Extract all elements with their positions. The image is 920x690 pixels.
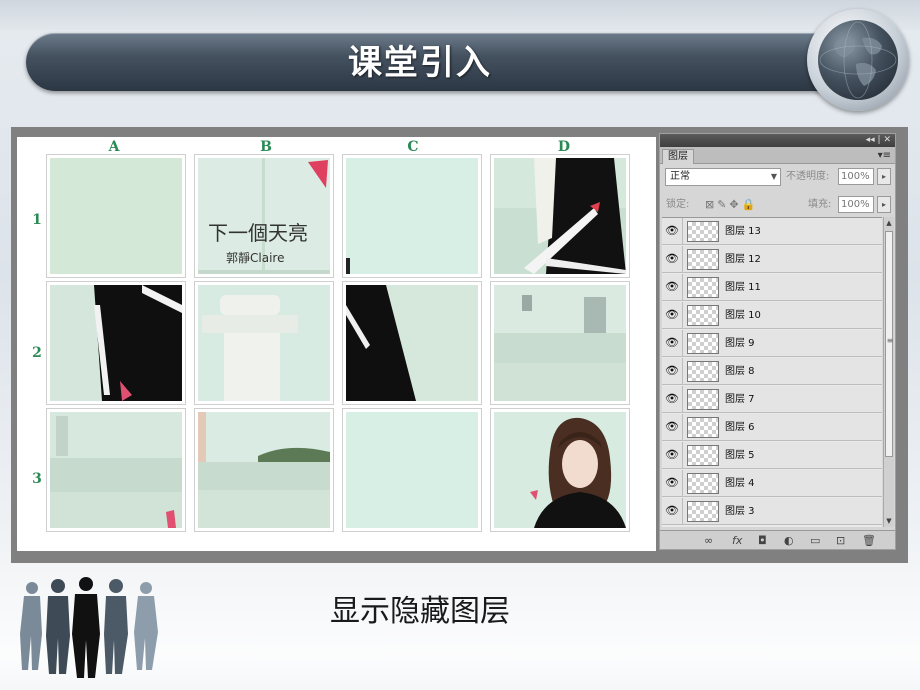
eye-icon[interactable]: 👁	[665, 253, 679, 265]
puzzle-tile-a1[interactable]	[46, 154, 186, 278]
layer-name: 图层 3	[725, 506, 755, 517]
puzzle-tile-a2[interactable]	[46, 281, 186, 405]
puzzle-tile-d1[interactable]	[490, 154, 630, 278]
layer-name: 图层 4	[725, 478, 755, 489]
panel-title-bar: ◂◂ | ✕	[660, 134, 895, 147]
puzzle-tile-c3[interactable]	[342, 408, 482, 532]
layer-row[interactable]: 👁 图层 4	[662, 470, 882, 497]
row-label-2: 2	[32, 345, 42, 361]
eye-icon[interactable]: 👁	[665, 449, 679, 461]
scroll-thumb[interactable]: ≡	[885, 231, 893, 457]
layer-name: 图层 8	[725, 366, 755, 377]
row-label-3: 3	[32, 471, 42, 487]
blend-mode-select[interactable]: 正常 ▼	[665, 168, 781, 186]
layer-thumbnail	[687, 361, 719, 382]
eye-icon[interactable]: 👁	[665, 281, 679, 293]
layer-thumbnail	[687, 249, 719, 270]
row-label-1: 1	[32, 212, 42, 228]
people-silhouettes	[20, 577, 158, 678]
layer-row[interactable]: 👁 图层 7	[662, 386, 882, 413]
tab-layers[interactable]: 图层	[662, 149, 694, 164]
puzzle-tile-b2[interactable]	[194, 281, 334, 405]
layer-row[interactable]: 👁 图层 11	[662, 274, 882, 301]
grip-icon: ≡	[886, 336, 894, 345]
eye-icon[interactable]: 👁	[665, 421, 679, 433]
puzzle-tile-b1[interactable]: 下一個天亮郭靜Claire	[194, 154, 334, 278]
layer-name: 图层 9	[725, 338, 755, 349]
puzzle-tile-c1[interactable]	[342, 154, 482, 278]
new-layer-icon[interactable]: ⊡	[836, 533, 845, 548]
fill-flyout-button[interactable]: ▸	[877, 196, 891, 213]
eye-icon[interactable]: 👁	[665, 393, 679, 405]
eye-icon[interactable]: 👁	[665, 365, 679, 377]
group-icon[interactable]: ▭	[810, 533, 820, 548]
eye-icon[interactable]: 👁	[665, 337, 679, 349]
puzzle-tile-b3[interactable]	[194, 408, 334, 532]
layer-name: 图层 6	[725, 422, 755, 433]
eye-icon[interactable]: 👁	[665, 505, 679, 517]
layer-row[interactable]: 👁 图层 8	[662, 358, 882, 385]
layer-row[interactable]: 👁 图层 13	[662, 218, 882, 245]
fill-field[interactable]: 100%	[838, 196, 874, 213]
layer-name: 图层 13	[725, 226, 761, 237]
panel-tab-row: 图层 ▾≡	[660, 147, 895, 164]
chevron-down-icon: ▼	[770, 172, 777, 181]
layers-scrollbar[interactable]: ▲ ≡ ▼	[883, 217, 894, 527]
lock-label: 锁定:	[666, 199, 690, 210]
lock-icons[interactable]: ⊠✎✥🔒	[705, 197, 758, 213]
layer-thumbnail	[687, 277, 719, 298]
eye-icon[interactable]: 👁	[665, 225, 679, 237]
opacity-label: 不透明度:	[786, 171, 830, 182]
scroll-down-icon[interactable]: ▼	[884, 515, 894, 527]
layer-name: 图层 5	[725, 450, 755, 461]
eye-icon[interactable]: 👁	[665, 477, 679, 489]
layer-name: 图层 10	[725, 310, 761, 321]
puzzle-tile-d2[interactable]	[490, 281, 630, 405]
layer-thumbnail	[687, 221, 719, 242]
layer-thumbnail	[687, 333, 719, 354]
puzzle-tile-a3[interactable]	[46, 408, 186, 532]
puzzle-tile-d3[interactable]	[490, 408, 630, 532]
trash-icon[interactable]: 🗑	[862, 533, 876, 548]
layer-name: 图层 7	[725, 394, 755, 405]
adjustment-icon[interactable]: ◐	[784, 533, 794, 548]
fx-icon[interactable]: fx	[732, 533, 742, 548]
layer-name: 图层 11	[725, 282, 761, 293]
layer-row[interactable]: 👁 图层 12	[662, 246, 882, 273]
eye-icon[interactable]: 👁	[665, 309, 679, 321]
layer-thumbnail	[687, 445, 719, 466]
layer-row[interactable]: 👁 图层 3	[662, 498, 882, 525]
layer-thumbnail	[687, 389, 719, 410]
opacity-flyout-button[interactable]: ▸	[877, 168, 891, 185]
svg-text:下一個天亮: 下一個天亮	[208, 221, 308, 245]
layer-row[interactable]: 👁 图层 9	[662, 330, 882, 357]
fill-label: 填充:	[808, 199, 832, 210]
layer-thumbnail	[687, 305, 719, 326]
panel-window-controls[interactable]: ◂◂ | ✕	[866, 134, 891, 147]
top-decor-strip	[0, 0, 920, 30]
blend-mode-value: 正常	[670, 171, 690, 182]
link-icon[interactable]: ∞	[704, 533, 713, 548]
scroll-up-icon[interactable]: ▲	[884, 217, 894, 229]
layers-list: 👁 图层 13 👁 图层 12 👁 图层 11 👁 图层 10 👁 图层 9 👁 图层 8 …	[662, 217, 882, 527]
mask-icon[interactable]: ◘	[758, 533, 767, 548]
layer-row[interactable]: 👁 图层 6	[662, 414, 882, 441]
opacity-field[interactable]: 100%	[838, 168, 874, 185]
slide-caption: 显示隐藏图层	[330, 594, 510, 629]
globe-icon	[818, 20, 898, 100]
layer-row[interactable]: 👁 图层 10	[662, 302, 882, 329]
panel-bottom-toolbar: ∞ fx ◘ ◐ ▭ ⊡ 🗑	[660, 530, 895, 549]
layer-name: 图层 12	[725, 254, 761, 265]
panel-menu-icon[interactable]: ▾≡	[878, 148, 891, 163]
layer-thumbnail	[687, 501, 719, 522]
layers-panel: ◂◂ | ✕ 图层 ▾≡ 正常 ▼ 不透明度: 100% ▸ 锁定: ⊠✎✥🔒 填…	[659, 133, 896, 550]
svg-text:郭靜Claire: 郭靜Claire	[226, 251, 284, 265]
layer-thumbnail	[687, 417, 719, 438]
layer-row[interactable]: 👁 图层 5	[662, 442, 882, 469]
layer-thumbnail	[687, 473, 719, 494]
puzzle-tile-c2[interactable]	[342, 281, 482, 405]
slide-title: 课堂引入	[348, 43, 492, 83]
